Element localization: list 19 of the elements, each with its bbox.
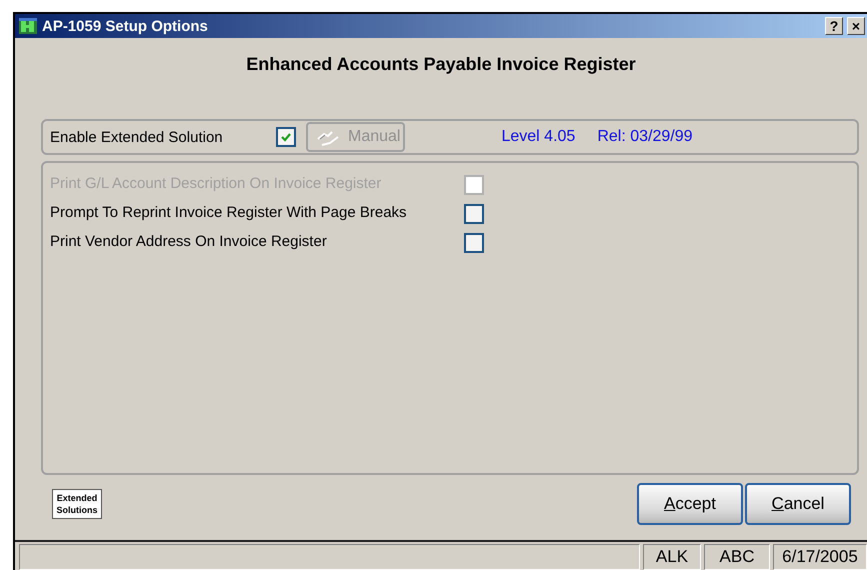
checkbox[interactable]: [464, 204, 484, 224]
option-label: Prompt To Reprint Invoice Register With Page Breaks: [50, 204, 408, 223]
cancel-button[interactable]: Cancel: [745, 483, 851, 525]
release-date: Rel: 03/29/99: [597, 128, 693, 146]
logo: Extended Solutions: [52, 489, 102, 519]
version-label: Level 4.05: [501, 128, 576, 146]
status-panel: ABC: [704, 544, 770, 570]
help-button[interactable]: ?: [825, 17, 843, 35]
accept-button[interactable]: Accept: [637, 483, 743, 525]
app-icon: [18, 16, 38, 36]
option-label: Print Vendor Address On Invoice Register: [50, 233, 328, 252]
window-title: AP-1059 Setup Options: [42, 18, 209, 34]
option-label: Enable Extended Solution: [50, 128, 224, 146]
status-panel: 6/17/2005: [773, 544, 867, 570]
close-button[interactable]: ×: [847, 17, 865, 35]
checkbox[interactable]: [276, 127, 296, 147]
dialog-heading: Enhanced Accounts Payable Invoice Register: [246, 54, 636, 75]
status-panel: ALK: [643, 544, 701, 570]
checkbox[interactable]: [464, 233, 484, 253]
